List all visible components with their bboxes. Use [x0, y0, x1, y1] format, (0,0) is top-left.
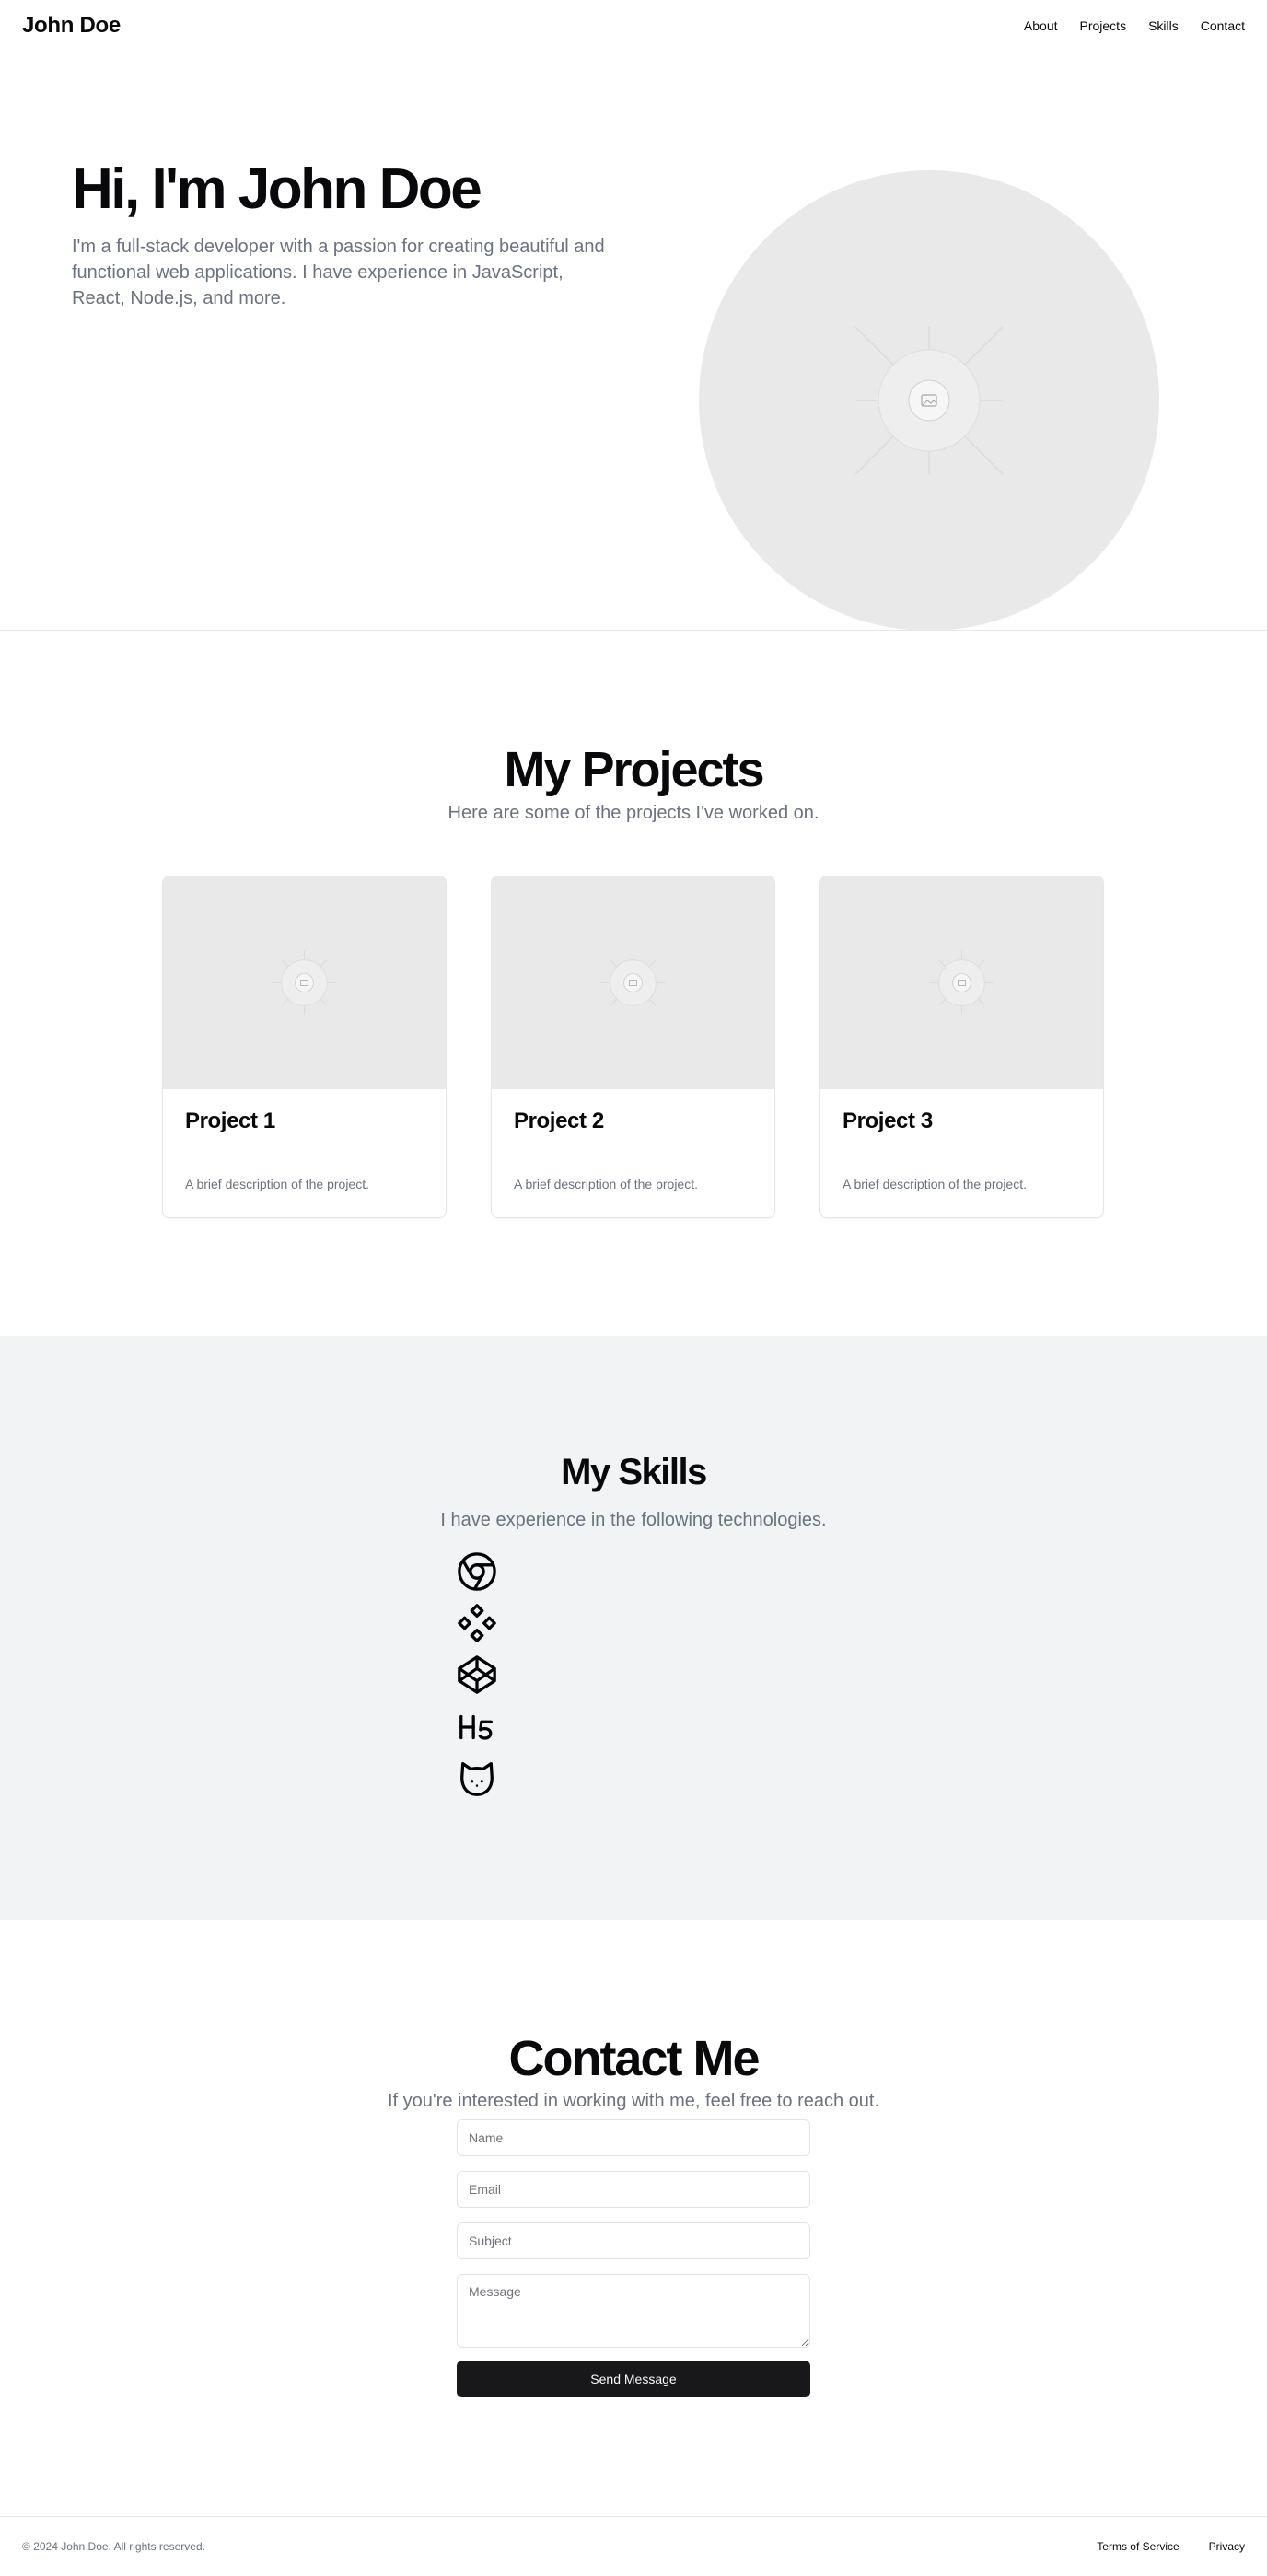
image-placeholder-icon: [854, 326, 1004, 475]
html5-icon: [455, 1704, 499, 1748]
site-footer: © 2024 John Doe. All rights reserved. Te…: [0, 2516, 1267, 2576]
contact-subtitle: If you're interested in working with me,…: [387, 2091, 880, 2111]
project-card[interactable]: Project 2 A brief description of the pro…: [491, 876, 775, 1218]
projects-title: My Projects: [504, 742, 764, 797]
project-image: [163, 876, 446, 1089]
project-image: [492, 876, 774, 1089]
project-card[interactable]: Project 3 A brief description of the pro…: [819, 876, 1104, 1218]
project-description: A brief description of the project.: [514, 1177, 698, 1191]
project-title: Project 1: [185, 1108, 275, 1133]
skills-section: My Skills I have experience in the follo…: [0, 1336, 1267, 1920]
message-field[interactable]: [457, 2274, 810, 2348]
github-cat-icon: [455, 1756, 499, 1800]
privacy-link[interactable]: Privacy: [1209, 2540, 1245, 2553]
project-image: [820, 876, 1103, 1089]
nav-link-about[interactable]: About: [1024, 18, 1058, 33]
project-description: A brief description of the project.: [843, 1177, 1027, 1191]
image-placeholder-icon: [600, 950, 666, 1015]
copyright-text: © 2024 John Doe. All rights reserved.: [22, 2540, 205, 2553]
hero-section: Hi, I'm John Doe I'm a full-stack develo…: [0, 52, 1267, 631]
terms-of-service-link[interactable]: Terms of Service: [1097, 2540, 1179, 2553]
project-description: A brief description of the project.: [185, 1177, 369, 1191]
projects-section: My Projects Here are some of the project…: [0, 631, 1267, 1336]
skills-subtitle: I have experience in the following techn…: [440, 1510, 827, 1530]
projects-subtitle: Here are some of the projects I've worke…: [448, 803, 819, 823]
footer-links: Terms of Service Privacy: [1097, 2540, 1245, 2553]
project-card[interactable]: Project 1 A brief description of the pro…: [162, 876, 447, 1218]
nav-link-projects[interactable]: Projects: [1080, 18, 1127, 33]
project-title: Project 3: [843, 1108, 933, 1133]
brand-name[interactable]: John Doe: [22, 13, 121, 39]
main-nav: About Projects Skills Contact: [1024, 18, 1245, 33]
project-cards: Project 1 A brief description of the pro…: [162, 876, 1104, 1218]
hero-title: Hi, I'm John Doe: [72, 157, 482, 221]
project-title: Project 2: [514, 1108, 604, 1133]
contact-section: Contact Me If you're interested in worki…: [0, 1920, 1267, 2517]
figma-diamonds-icon: [455, 1601, 499, 1645]
subject-field[interactable]: [457, 2222, 810, 2259]
site-header: John Doe About Projects Skills Contact: [0, 0, 1267, 52]
codepen-icon: [455, 1653, 499, 1697]
hero-avatar-image: [699, 170, 1159, 631]
image-placeholder-icon: [272, 950, 337, 1015]
send-message-button[interactable]: Send Message: [457, 2361, 810, 2397]
skills-title: My Skills: [561, 1452, 707, 1492]
image-placeholder-icon: [929, 950, 994, 1015]
hero-subtitle: I'm a full-stack developer with a passio…: [72, 237, 605, 308]
skills-icon-list: [455, 1549, 499, 1800]
nav-link-contact[interactable]: Contact: [1201, 18, 1245, 33]
nav-link-skills[interactable]: Skills: [1148, 18, 1179, 33]
contact-title: Contact Me: [508, 2031, 760, 2086]
email-field[interactable]: [457, 2171, 810, 2208]
name-field[interactable]: [457, 2119, 810, 2156]
chrome-icon: [455, 1549, 499, 1594]
contact-form: Send Message: [457, 2119, 810, 2397]
